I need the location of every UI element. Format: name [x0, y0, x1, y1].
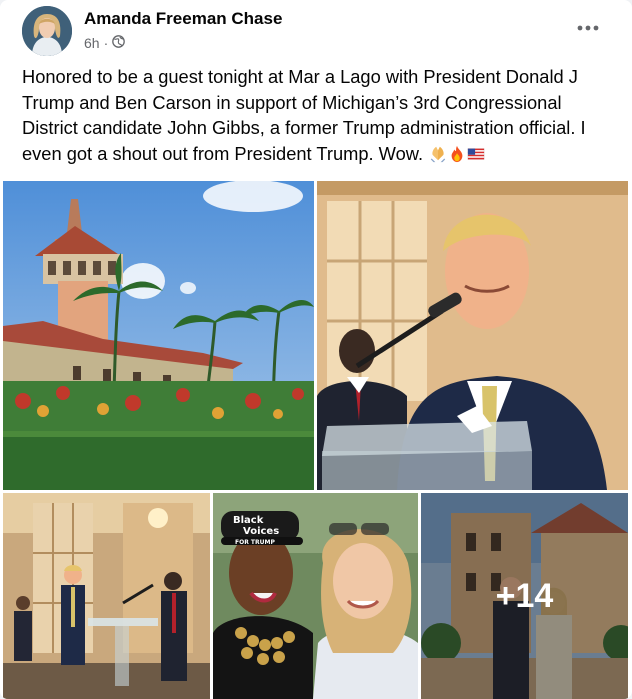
post-header: Amanda Freeman Chase 6h ·	[0, 0, 632, 62]
ballroom-speech-photo[interactable]	[3, 493, 210, 699]
more-options-button[interactable]	[572, 14, 604, 42]
hat-text-1: Black	[233, 515, 264, 526]
more-photos-tile[interactable]: +14	[421, 493, 628, 699]
avatar[interactable]	[22, 6, 72, 56]
us-flag-icon	[467, 147, 485, 160]
folded-hands-icon	[430, 146, 446, 162]
hat-text-2: Voices	[243, 526, 279, 537]
meta-separator: ·	[103, 35, 109, 51]
trump-at-podium-photo[interactable]	[317, 181, 628, 490]
post-meta: 6h ·	[84, 35, 126, 51]
ellipsis-icon	[577, 25, 599, 31]
globe-icon[interactable]	[112, 35, 126, 51]
photo-image	[3, 493, 210, 699]
facebook-post: Amanda Freeman Chase 6h · Honored to be …	[0, 0, 632, 699]
photo-image: Black Voices FOR TRUMP	[213, 493, 418, 699]
photo-image	[317, 181, 628, 490]
hat-text-3: FOR TRUMP	[235, 539, 275, 546]
author-name[interactable]: Amanda Freeman Chase	[84, 9, 282, 29]
avatar-image	[22, 6, 72, 56]
more-photos-overlay[interactable]: +14	[421, 493, 628, 699]
post-caption: Honored to be a guest tonight at Mar a L…	[22, 64, 618, 166]
fire-icon	[451, 145, 463, 162]
photo-image	[3, 181, 314, 490]
post-timestamp[interactable]: 6h	[84, 35, 100, 51]
two-women-selfie-photo[interactable]: Black Voices FOR TRUMP	[213, 493, 418, 699]
mar-a-lago-tower-photo[interactable]	[3, 181, 314, 490]
caption-text: Honored to be a guest tonight at Mar a L…	[22, 66, 586, 164]
